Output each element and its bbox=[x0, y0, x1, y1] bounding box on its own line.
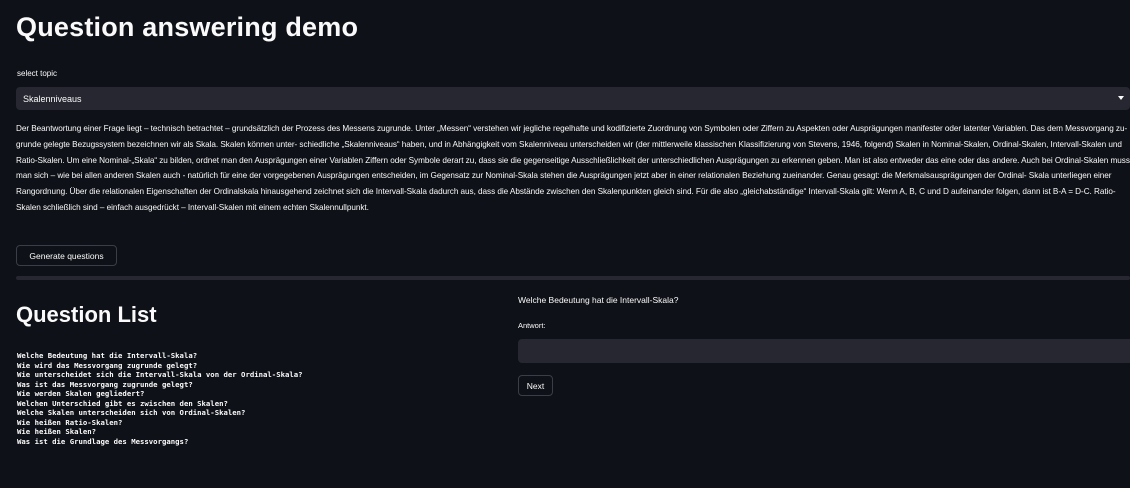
question-list-item: Wie unterscheidet sich die Intervall-Ska… bbox=[17, 370, 303, 379]
question-list-item: Welche Bedeutung hat die Intervall-Skala… bbox=[17, 351, 198, 360]
topic-text: Der Beantwortung einer Frage liegt – tec… bbox=[16, 124, 1130, 212]
answer-input[interactable] bbox=[518, 339, 1130, 363]
question-list-item: Wie heißen Skalen? bbox=[17, 427, 97, 436]
generate-questions-button[interactable]: Generate questions bbox=[16, 245, 117, 266]
question-list-title: Question List bbox=[16, 302, 157, 327]
chevron-down-icon[interactable] bbox=[1118, 96, 1124, 100]
app-page: Question answering demo select topic Ska… bbox=[0, 0, 1130, 488]
question-list-item: Wie werden Skalen gegliedert? bbox=[17, 389, 145, 398]
answer-label: Antwort: bbox=[518, 321, 546, 330]
page-title: Question answering demo bbox=[16, 12, 359, 42]
topic-select-value: Skalenniveaus bbox=[23, 93, 82, 104]
section-divider bbox=[16, 276, 1130, 280]
question-list-item: Wie wird das Messvorgang zugrunde gelegt… bbox=[17, 360, 198, 370]
question-list-item: Welchen Unterschied gibt es zwischen den… bbox=[17, 398, 228, 408]
topic-select[interactable]: Skalenniveaus bbox=[16, 87, 1130, 110]
topic-select-label: select topic bbox=[17, 69, 58, 78]
question-list-item: Welche Skalen unterscheiden sich von Ord… bbox=[17, 408, 246, 417]
current-question: Welche Bedeutung hat die Intervall-Skala… bbox=[518, 295, 679, 305]
question-list-item: Wie heißen Ratio-Skalen? bbox=[17, 417, 123, 427]
question-list: Welche Bedeutung hat die Intervall-Skala… bbox=[17, 351, 303, 446]
next-button[interactable]: Next bbox=[518, 375, 553, 396]
question-list-item: Was ist das Messvorgang zugrunde gelegt? bbox=[17, 379, 193, 389]
question-list-item: Was ist die Grundlage des Messvorgangs? bbox=[17, 436, 189, 446]
